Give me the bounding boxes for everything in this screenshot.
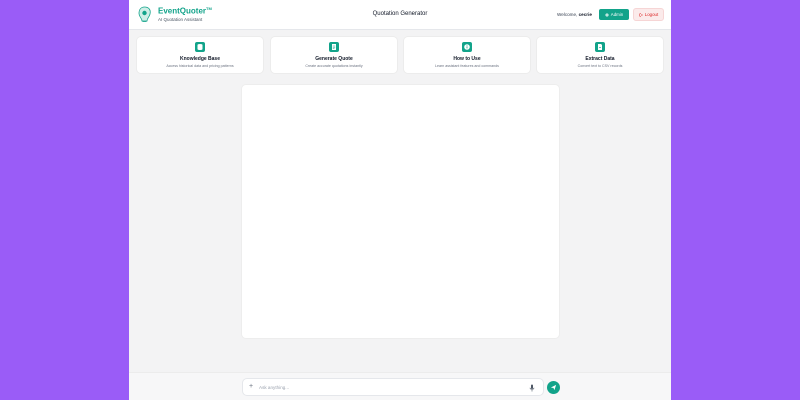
card-generate-quote[interactable]: Generate Quote Create accurate quotation… — [271, 37, 397, 73]
welcome-text: Welcome, cecrie — [557, 12, 592, 17]
chat-input[interactable] — [259, 382, 519, 393]
document-icon — [329, 42, 339, 52]
microphone-icon[interactable] — [529, 384, 535, 392]
card-title: Extract Data — [585, 56, 615, 62]
plus-icon[interactable]: + — [249, 383, 253, 391]
card-title: Knowledge Base — [179, 56, 220, 62]
chat-messages-panel — [242, 85, 559, 338]
card-title: How to Use — [453, 56, 481, 62]
card-description: Convert text to CSV records — [577, 64, 623, 68]
card-knowledge-base[interactable]: Knowledge Base Access historical data an… — [137, 37, 263, 73]
logout-icon — [639, 13, 643, 16]
database-icon — [195, 42, 205, 52]
send-icon — [550, 384, 557, 391]
top-header: EventQuoterTM AI Quotation Assistant Quo… — [129, 0, 671, 30]
info-icon — [462, 42, 472, 52]
card-title: Generate Quote — [315, 56, 353, 62]
gear-icon — [605, 13, 609, 16]
card-description: Access historical data and pricing patte… — [166, 64, 234, 68]
card-extract-data[interactable]: Extract Data Convert text to CSV records — [537, 37, 663, 73]
chat-input-box: + — [242, 378, 544, 396]
admin-button[interactable]: Admin — [599, 9, 629, 20]
card-how-to-use[interactable]: How to Use Learn assistant features and … — [404, 37, 530, 73]
card-description: Create accurate quotations instantly — [305, 64, 363, 68]
card-description: Learn assistant features and commands — [435, 64, 499, 68]
file-export-icon — [595, 42, 605, 52]
send-button[interactable] — [547, 381, 560, 394]
username: cecrie — [578, 12, 592, 17]
logout-button[interactable]: Logout — [633, 8, 664, 21]
brand-subtitle: AI Quotation Assistant — [158, 17, 203, 22]
app-window: EventQuoterTM AI Quotation Assistant Quo… — [129, 0, 671, 400]
